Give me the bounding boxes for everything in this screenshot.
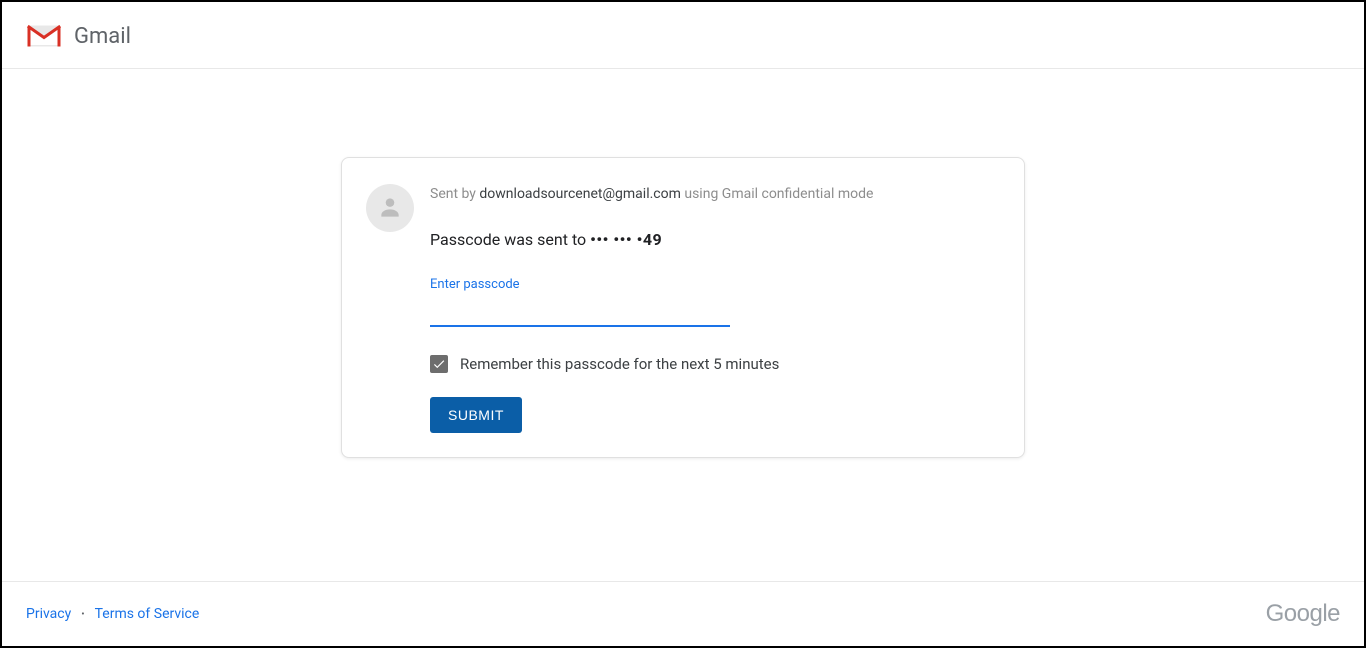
footer-links: Privacy • Terms of Service [26,606,199,622]
header: Gmail [2,2,1364,69]
footer: Privacy • Terms of Service Google [2,581,1364,646]
remember-checkbox[interactable] [430,355,448,373]
remember-label: Remember this passcode for the next 5 mi… [460,355,779,373]
sender-email: downloadsourcenet@gmail.com [479,186,680,202]
passcode-card: Sent by downloadsourcenet@gmail.com usin… [341,157,1025,458]
check-icon [432,357,446,371]
masked-phone: ••• ••• •49 [590,230,662,249]
privacy-link[interactable]: Privacy [26,606,71,622]
passcode-input-label: Enter passcode [430,277,1000,292]
terms-link[interactable]: Terms of Service [95,606,200,622]
gmail-logo: Gmail [26,22,131,50]
passcode-prefix: Passcode was sent to [430,230,590,249]
gmail-icon [26,22,62,50]
card-body: Sent by downloadsourcenet@gmail.com usin… [430,182,1000,433]
sent-by-prefix: Sent by [430,186,479,202]
google-logo: Google [1266,600,1340,628]
remember-row: Remember this passcode for the next 5 mi… [430,355,1000,373]
sent-by-line: Sent by downloadsourcenet@gmail.com usin… [430,186,1000,202]
passcode-input[interactable] [430,296,730,327]
passcode-sent-line: Passcode was sent to ••• ••• •49 [430,230,1000,249]
person-icon [374,192,406,224]
submit-button[interactable]: SUBMIT [430,397,522,433]
main-content: Sent by downloadsourcenet@gmail.com usin… [2,69,1364,581]
separator-dot: • [81,609,84,620]
sent-by-suffix: using Gmail confidential mode [681,186,874,202]
product-name: Gmail [74,24,131,49]
avatar [366,184,414,232]
